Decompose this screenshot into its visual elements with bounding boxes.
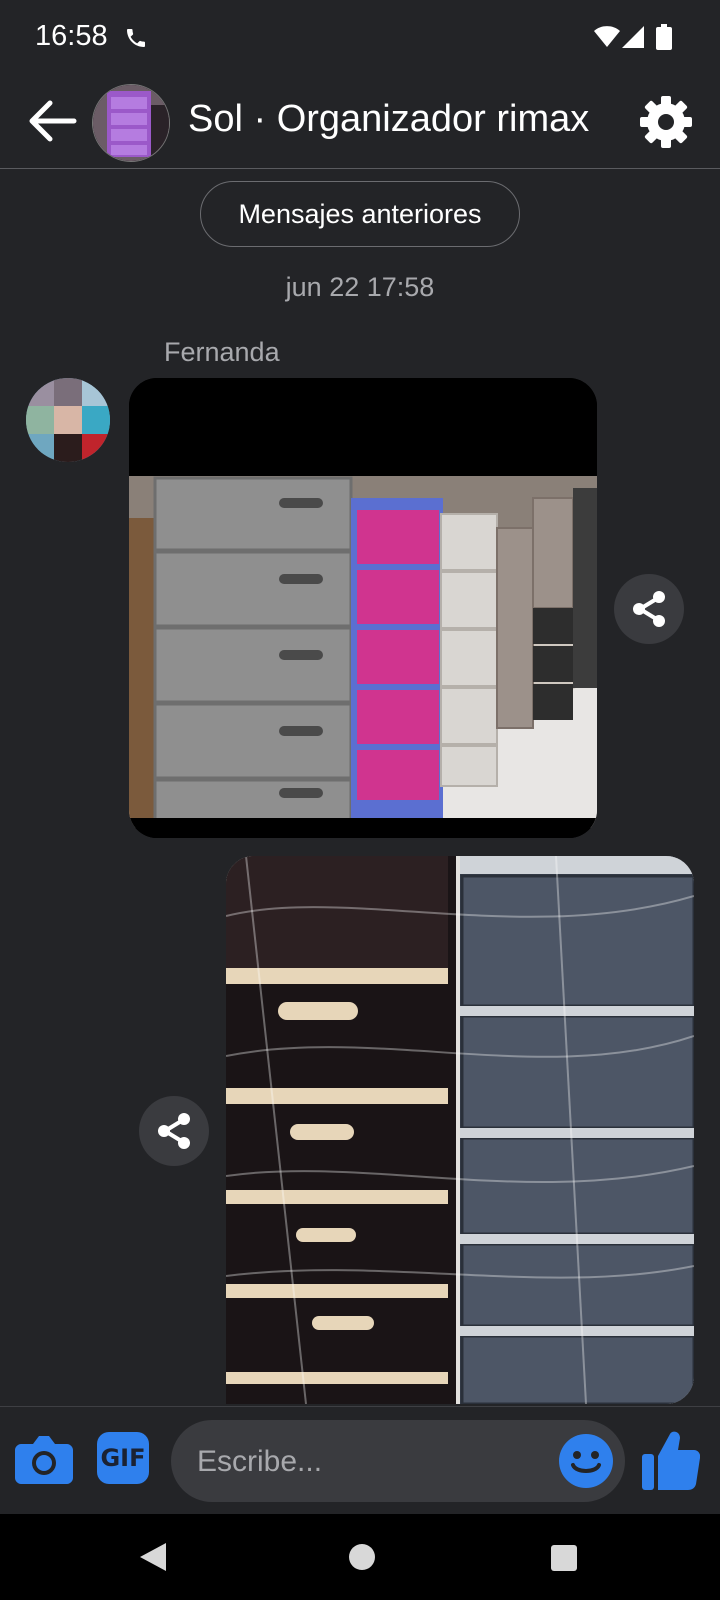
older-messages-button[interactable]: Mensajes anteriores [200,181,520,247]
conversation-title[interactable]: Sol · Organizador rimax [188,98,589,141]
phone-call-icon [127,29,145,47]
camera-icon[interactable] [15,1432,73,1486]
share-button[interactable] [139,1096,209,1166]
signal-icon [622,26,644,48]
group-avatar[interactable] [92,84,170,162]
share-icon [633,591,665,627]
image-message[interactable] [226,856,694,1404]
nav-home-icon[interactable] [349,1544,375,1570]
share-icon [158,1113,190,1149]
message-input-wrapper [171,1420,625,1504]
emoji-icon[interactable] [558,1433,614,1489]
battery-icon [656,24,672,50]
thumbs-up-icon[interactable] [642,1428,700,1492]
message-timestamp: jun 22 17:58 [285,272,435,302]
nav-back-icon[interactable] [138,1541,168,1573]
status-time: 16:58 [35,20,108,52]
gif-button[interactable]: GIF [97,1432,149,1484]
sender-avatar[interactable] [26,378,110,462]
gear-icon[interactable] [638,94,694,150]
back-arrow-icon[interactable] [24,94,78,148]
nav-recents-icon[interactable] [551,1545,577,1571]
message-input[interactable] [195,1420,539,1504]
share-button[interactable] [614,574,684,644]
image-message[interactable] [129,378,597,838]
wifi-icon [594,26,620,47]
sender-name: Fernanda [164,337,280,367]
